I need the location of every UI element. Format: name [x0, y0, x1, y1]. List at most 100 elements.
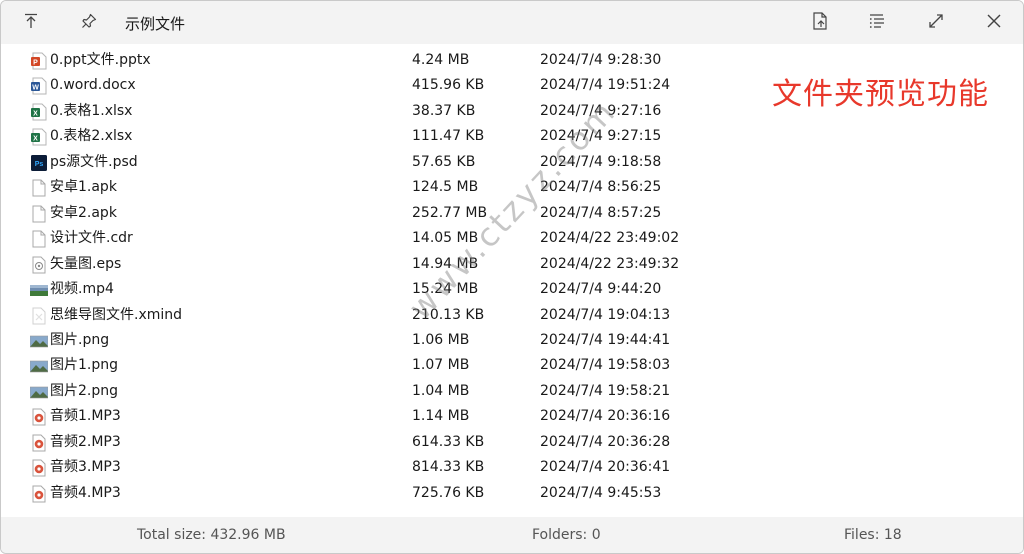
file-date: 2024/7/4 19:04:13 — [540, 306, 671, 323]
folder-preview-window: 示例文件 P 0.ppt文件.pptx 4.24 MB 2024/7/4 9:28:3… — [0, 0, 1024, 554]
title-bar: 示例文件 — [1, 1, 1023, 44]
file-name: 图片1.png — [50, 357, 119, 374]
file-name: 图片2.png — [50, 382, 119, 399]
list-view-icon — [869, 13, 887, 33]
file-size: 814.33 KB — [412, 459, 485, 476]
file-date: 2024/7/4 9:28:30 — [540, 52, 662, 68]
file-name: 0.表格2.xlsx — [50, 128, 133, 145]
blank-file-icon — [30, 230, 48, 248]
file-name: 0.word.docx — [50, 77, 136, 94]
word-icon: W — [30, 77, 48, 95]
file-size: 111.47 KB — [412, 128, 485, 145]
blank-file-icon — [30, 205, 48, 223]
file-name: 音频3.MP3 — [50, 459, 121, 476]
close-button[interactable] — [978, 7, 1010, 39]
file-size: 4.24 MB — [412, 52, 470, 68]
excel-icon: X — [30, 103, 48, 121]
pin-icon — [81, 13, 97, 33]
file-date: 2024/7/4 20:36:41 — [540, 459, 671, 476]
svg-text:X: X — [33, 110, 38, 117]
file-row[interactable]: 图片2.png 1.04 MB 2024/7/4 19:58:21 — [1, 379, 1023, 404]
file-date: 2024/7/4 19:51:24 — [540, 77, 671, 94]
file-date: 2024/7/4 19:58:03 — [540, 357, 671, 374]
file-date: 2024/7/4 8:57:25 — [540, 204, 662, 221]
file-name: 图片.png — [50, 331, 110, 348]
files-count-label: Files: 18 — [844, 527, 902, 543]
file-date: 2024/7/4 20:36:16 — [540, 408, 671, 425]
file-name: 设计文件.cdr — [50, 230, 133, 247]
maximize-button[interactable] — [920, 7, 952, 39]
window-title: 示例文件 — [125, 15, 186, 33]
file-name: 音频1.MP3 — [50, 408, 121, 425]
list-view-button[interactable] — [862, 7, 894, 39]
pin-top-button[interactable] — [15, 7, 47, 39]
file-row[interactable]: Ps ps源文件.psd 57.65 KB 2024/7/4 9:18:58 — [1, 150, 1023, 175]
file-size: 38.37 KB — [412, 102, 476, 119]
file-row[interactable]: 音频1.MP3 1.14 MB 2024/7/4 20:36:16 — [1, 404, 1023, 429]
audio-file-icon — [30, 459, 48, 477]
svg-text:W: W — [32, 85, 39, 92]
excel-icon: X — [30, 128, 48, 146]
file-size: 57.65 KB — [412, 153, 476, 170]
svg-text:P: P — [33, 60, 38, 67]
video-thumbnail-icon — [30, 281, 48, 299]
file-size: 725.76 KB — [412, 484, 485, 501]
file-name: 安卓1.apk — [50, 179, 117, 196]
blank-file-icon — [30, 179, 48, 197]
file-name: ps源文件.psd — [50, 153, 138, 170]
audio-file-icon — [30, 485, 48, 503]
file-size: 1.04 MB — [412, 382, 470, 399]
file-row[interactable]: 音频3.MP3 814.33 KB 2024/7/4 20:36:41 — [1, 455, 1023, 480]
file-row[interactable]: 视频.mp4 15.24 MB 2024/7/4 9:44:20 — [1, 277, 1023, 302]
file-size: 124.5 MB — [412, 179, 479, 196]
file-date: 2024/4/22 23:49:02 — [540, 230, 680, 247]
file-date: 2024/4/22 23:49:32 — [540, 255, 680, 272]
svg-text:X: X — [33, 136, 38, 143]
file-size: 1.14 MB — [412, 408, 470, 425]
open-file-button[interactable] — [804, 7, 836, 39]
file-size: 1.06 MB — [412, 331, 470, 348]
audio-file-icon — [30, 434, 48, 452]
close-icon — [986, 13, 1002, 33]
folders-count-label: Folders: 0 — [532, 527, 601, 543]
file-name: 安卓2.apk — [50, 204, 117, 221]
file-date: 2024/7/4 19:44:41 — [540, 331, 671, 348]
status-bar: Total size: 432.96 MB Folders: 0 Files: … — [1, 517, 1023, 553]
file-name: 矢量图.eps — [50, 255, 122, 272]
feature-caption: 文件夹预览功能 — [772, 77, 989, 112]
file-size: 415.96 KB — [412, 77, 485, 94]
audio-file-icon — [30, 408, 48, 426]
file-row[interactable]: X 0.表格2.xlsx 111.47 KB 2024/7/4 9:27:15 — [1, 124, 1023, 149]
file-name: 视频.mp4 — [50, 281, 114, 298]
pin-top-icon — [23, 13, 39, 33]
file-row[interactable]: 矢量图.eps 14.94 MB 2024/4/22 23:49:32 — [1, 252, 1023, 277]
xmind-icon — [30, 307, 48, 325]
file-name: 0.ppt文件.pptx — [50, 52, 151, 68]
svg-text:Ps: Ps — [35, 161, 44, 168]
file-name: 音频4.MP3 — [50, 484, 121, 501]
file-name: 0.表格1.xlsx — [50, 102, 133, 119]
file-row[interactable]: 图片1.png 1.07 MB 2024/7/4 19:58:03 — [1, 353, 1023, 378]
image-thumbnail-icon — [29, 332, 49, 350]
open-file-icon — [812, 12, 828, 34]
file-row[interactable]: 思维导图文件.xmind 210.13 KB 2024/7/4 19:04:13 — [1, 303, 1023, 328]
eps-file-icon — [30, 256, 48, 274]
photoshop-icon: Ps — [30, 154, 48, 172]
file-row[interactable]: 图片.png 1.06 MB 2024/7/4 19:44:41 — [1, 328, 1023, 353]
file-date: 2024/7/4 19:58:21 — [540, 382, 671, 399]
file-date: 2024/7/4 9:45:53 — [540, 484, 662, 501]
image-thumbnail-icon — [29, 383, 49, 401]
file-row[interactable]: 音频4.MP3 725.76 KB 2024/7/4 9:45:53 — [1, 481, 1023, 506]
image-thumbnail-icon — [29, 357, 49, 375]
file-date: 2024/7/4 9:44:20 — [540, 281, 662, 298]
powerpoint-icon: P — [30, 52, 48, 70]
file-size: 614.33 KB — [412, 433, 485, 450]
file-name: 音频2.MP3 — [50, 433, 121, 450]
pin-button[interactable] — [73, 7, 105, 39]
file-date: 2024/7/4 20:36:28 — [540, 433, 671, 450]
total-size-label: Total size: 432.96 MB — [137, 527, 286, 543]
maximize-icon — [928, 13, 944, 33]
file-row[interactable]: 音频2.MP3 614.33 KB 2024/7/4 20:36:28 — [1, 430, 1023, 455]
file-name: 思维导图文件.xmind — [50, 306, 183, 323]
file-size: 1.07 MB — [412, 357, 470, 374]
